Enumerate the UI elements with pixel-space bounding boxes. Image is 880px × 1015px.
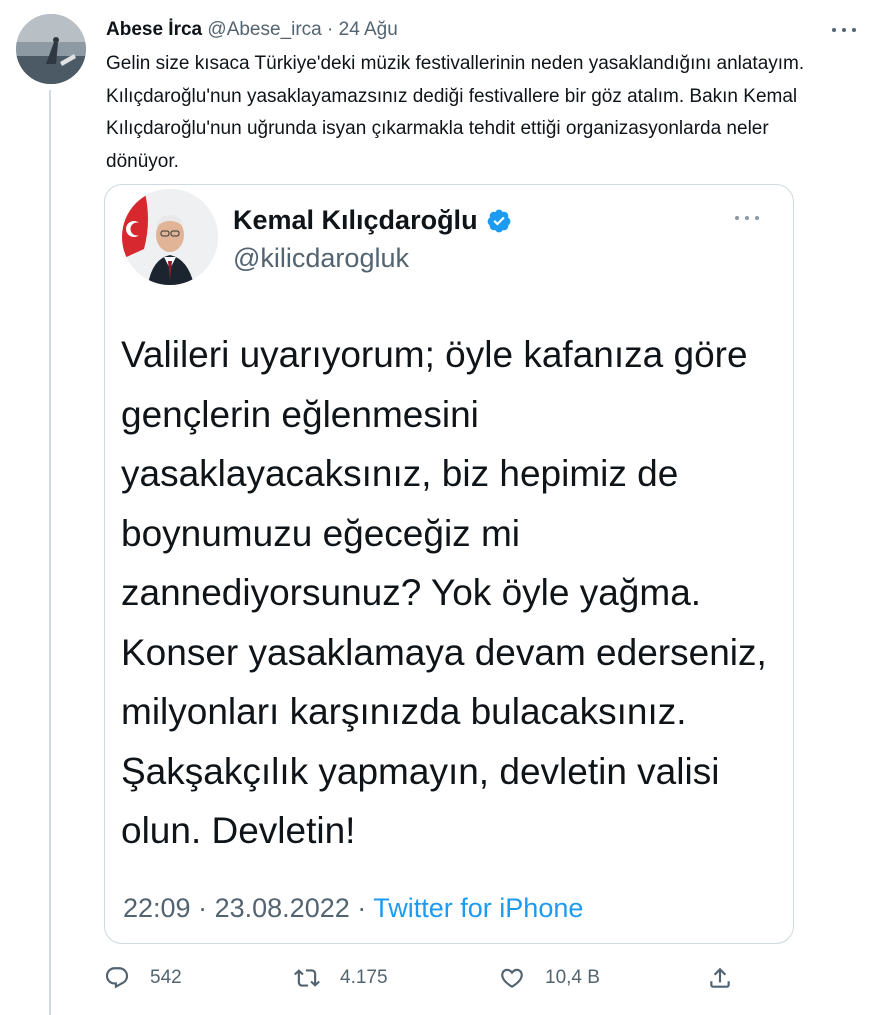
like-count: 10,4 B (545, 967, 600, 988)
reply-button[interactable]: 542 (104, 960, 182, 996)
author-name[interactable]: Abese İrca (106, 19, 202, 40)
quoted-author-handle[interactable]: @kilicdarogluk (233, 243, 409, 274)
like-button[interactable]: 10,4 B (499, 960, 600, 996)
author-avatar[interactable] (16, 14, 86, 84)
share-button[interactable] (707, 960, 733, 996)
tweet-text: Gelin size kısaca Türkiye'deki müzik fes… (106, 53, 805, 172)
retweet-button[interactable]: 4.175 (294, 960, 388, 996)
quoted-time: 22:09 (123, 893, 191, 923)
quoted-tweet-meta: 22:09 · 23.08.2022 · Twitter for iPhone (123, 893, 583, 924)
share-icon (710, 967, 730, 988)
retweet-icon (294, 969, 320, 987)
retweet-count: 4.175 (340, 967, 388, 988)
more-icon[interactable] (832, 20, 856, 40)
author-handle[interactable]: @Abese_irca (207, 19, 321, 40)
quoted-author-name[interactable]: Kemal Kılıçdaroğlu (233, 205, 478, 236)
quoted-author-avatar[interactable] (122, 189, 218, 285)
tweet-header: Abese İrca @Abese_irca · 24 Ağu (106, 18, 398, 42)
quoted-author-name-row: Kemal Kılıçdaroğlu (233, 205, 512, 236)
quoted-tweet-text: Valileri uyarıyorum; öyle kafanıza göre … (121, 334, 767, 851)
reply-count: 542 (150, 967, 182, 988)
tweet-actions: 542 4.175 10,4 B (104, 960, 754, 996)
quoted-more-icon[interactable] (735, 213, 759, 223)
heart-icon (501, 968, 523, 988)
quoted-tweet-card[interactable]: Kemal Kılıçdaroğlu @kilicdarogluk Valile… (104, 184, 794, 944)
quoted-separator-2: · (357, 893, 367, 923)
quoted-separator-1: · (198, 893, 208, 923)
tweet: Abese İrca @Abese_irca · 24 Ağu Gelin si… (0, 0, 880, 1015)
verified-badge-icon (487, 209, 510, 232)
tweet-date[interactable]: 24 Ağu (339, 19, 398, 40)
quoted-source-link[interactable]: Twitter for iPhone (373, 893, 583, 923)
thread-line (49, 90, 51, 1015)
reply-icon (105, 967, 129, 989)
quoted-date: 23.08.2022 (214, 893, 350, 923)
header-separator: · (327, 19, 334, 40)
